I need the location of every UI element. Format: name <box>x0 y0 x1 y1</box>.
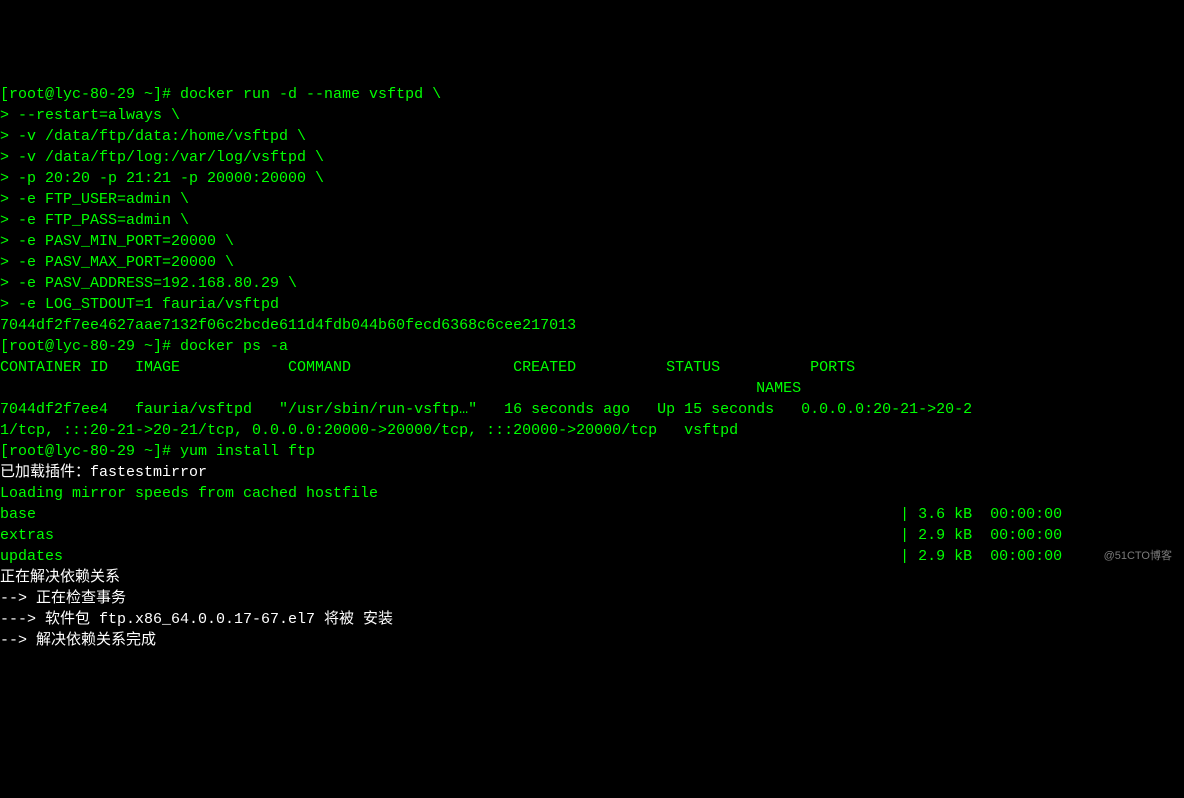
terminal-line: > -v /data/ftp/log:/var/log/vsftpd \ <box>0 147 1184 168</box>
terminal-output[interactable]: [root@lyc-80-29 ~]# docker run -d --name… <box>0 84 1184 651</box>
terminal-line: > -e FTP_PASS=admin \ <box>0 210 1184 231</box>
watermark-label: @51CTO博客 <box>1104 549 1172 564</box>
terminal-line: ---> 软件包 ftp.x86_64.0.0.17-67.el7 将被 安装 <box>0 609 1184 630</box>
terminal-line: Loading mirror speeds from cached hostfi… <box>0 483 1184 504</box>
terminal-line: --> 解决依赖关系完成 <box>0 630 1184 651</box>
terminal-line: > -v /data/ftp/data:/home/vsftpd \ <box>0 126 1184 147</box>
terminal-line: > -e FTP_USER=admin \ <box>0 189 1184 210</box>
terminal-line: 7044df2f7ee4627aae7132f06c2bcde611d4fdb0… <box>0 315 1184 336</box>
terminal-line: > -e LOG_STDOUT=1 fauria/vsftpd <box>0 294 1184 315</box>
terminal-line: 1/tcp, :::20-21->20-21/tcp, 0.0.0.0:2000… <box>0 420 1184 441</box>
terminal-line: > -e PASV_ADDRESS=192.168.80.29 \ <box>0 273 1184 294</box>
terminal-line: NAMES <box>0 378 1184 399</box>
terminal-line: extras | 2.9 kB 00:00:00 <box>0 525 1184 546</box>
terminal-line: > -e PASV_MIN_PORT=20000 \ <box>0 231 1184 252</box>
terminal-line: [root@lyc-80-29 ~]# docker ps -a <box>0 336 1184 357</box>
terminal-line: > -e PASV_MAX_PORT=20000 \ <box>0 252 1184 273</box>
terminal-line: updates | 2.9 kB 00:00:00 <box>0 546 1184 567</box>
terminal-line: base | 3.6 kB 00:00:00 <box>0 504 1184 525</box>
terminal-line: 正在解决依赖关系 <box>0 567 1184 588</box>
terminal-line: --> 正在检查事务 <box>0 588 1184 609</box>
terminal-line: [root@lyc-80-29 ~]# docker run -d --name… <box>0 84 1184 105</box>
terminal-line: > -p 20:20 -p 21:21 -p 20000:20000 \ <box>0 168 1184 189</box>
terminal-line: 7044df2f7ee4 fauria/vsftpd "/usr/sbin/ru… <box>0 399 1184 420</box>
terminal-line: 已加载插件：fastestmirror <box>0 462 1184 483</box>
terminal-line: CONTAINER ID IMAGE COMMAND CREATED STATU… <box>0 357 1184 378</box>
terminal-line: > --restart=always \ <box>0 105 1184 126</box>
terminal-line: [root@lyc-80-29 ~]# yum install ftp <box>0 441 1184 462</box>
